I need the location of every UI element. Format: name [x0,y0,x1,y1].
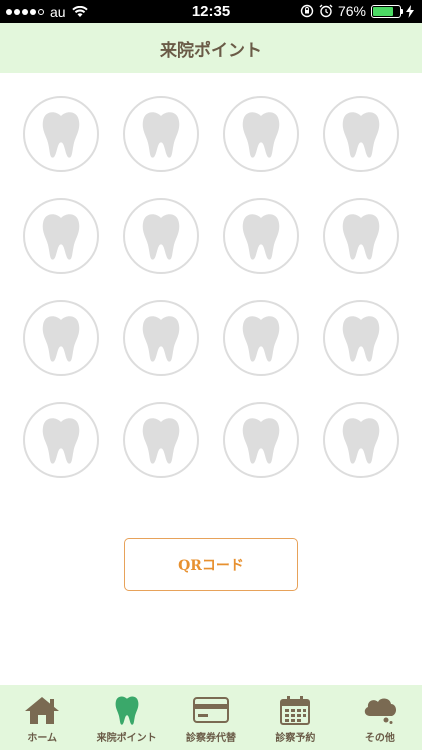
stamp-slot [223,198,299,274]
tooth-icon [42,316,80,362]
stamp-slot [23,96,99,172]
stamp-slot [323,198,399,274]
tab-bar: ホーム 来院ポイント 診察券代替 診察予約 その他 [0,685,422,750]
alarm-icon [319,4,333,18]
tooth-icon [42,418,80,464]
battery-level [373,6,393,16]
tooth-icon [342,112,380,158]
stamp-slot [123,402,199,478]
rotation-lock-icon [300,4,314,18]
card-icon [191,693,231,727]
battery-icon [371,4,403,18]
tooth-icon [342,316,380,362]
tab-others-label: その他 [364,733,395,744]
charging-icon [406,4,414,18]
header-bar: 来院ポイント [0,23,422,73]
stamp-card-grid [23,96,400,478]
home-icon [22,693,62,727]
tooth-icon [42,214,80,260]
calendar-icon [275,693,315,727]
tooth-icon [142,316,180,362]
tooth-icon [142,214,180,260]
stamp-slot [123,300,199,376]
page-title: 来院ポイント [160,40,262,61]
tab-home[interactable]: ホーム [0,685,84,750]
tooth-icon [107,693,147,727]
tooth-icon [142,418,180,464]
stamp-slot [223,96,299,172]
qr-code-button[interactable]: QRコード [124,538,298,591]
tab-visit-points-label: 来院ポイント [96,733,157,744]
battery-percent: 76% [337,3,366,19]
stamp-slot [323,402,399,478]
tooth-icon [242,418,280,464]
tab-visit-points[interactable]: 来院ポイント [84,685,168,750]
stamp-slot [323,96,399,172]
tooth-icon [242,316,280,362]
tab-card-replacement[interactable]: 診察券代替 [169,685,253,750]
tooth-icon [342,214,380,260]
tab-card-replacement-label: 診察券代替 [186,733,237,744]
tooth-icon [242,112,280,158]
status-bar: au 12:35 76% [0,0,422,23]
tab-reservation[interactable]: 診察予約 [253,685,337,750]
stamp-slot [23,300,99,376]
qr-code-button-label: QRコード [178,557,244,574]
tab-home-label: ホーム [27,733,58,744]
cloud-icon [360,693,400,727]
tab-reservation-label: 診察予約 [275,733,316,744]
tooth-icon [242,214,280,260]
stamp-slot [323,300,399,376]
stamp-slot [223,402,299,478]
stamp-slot [123,198,199,274]
stamp-slot [23,198,99,274]
tab-others[interactable]: その他 [338,685,422,750]
stamp-slot [223,300,299,376]
stamp-slot [123,96,199,172]
status-right: 76% [300,3,414,19]
tooth-icon [342,418,380,464]
stamp-slot [23,402,99,478]
tooth-icon [42,112,80,158]
tooth-icon [142,112,180,158]
